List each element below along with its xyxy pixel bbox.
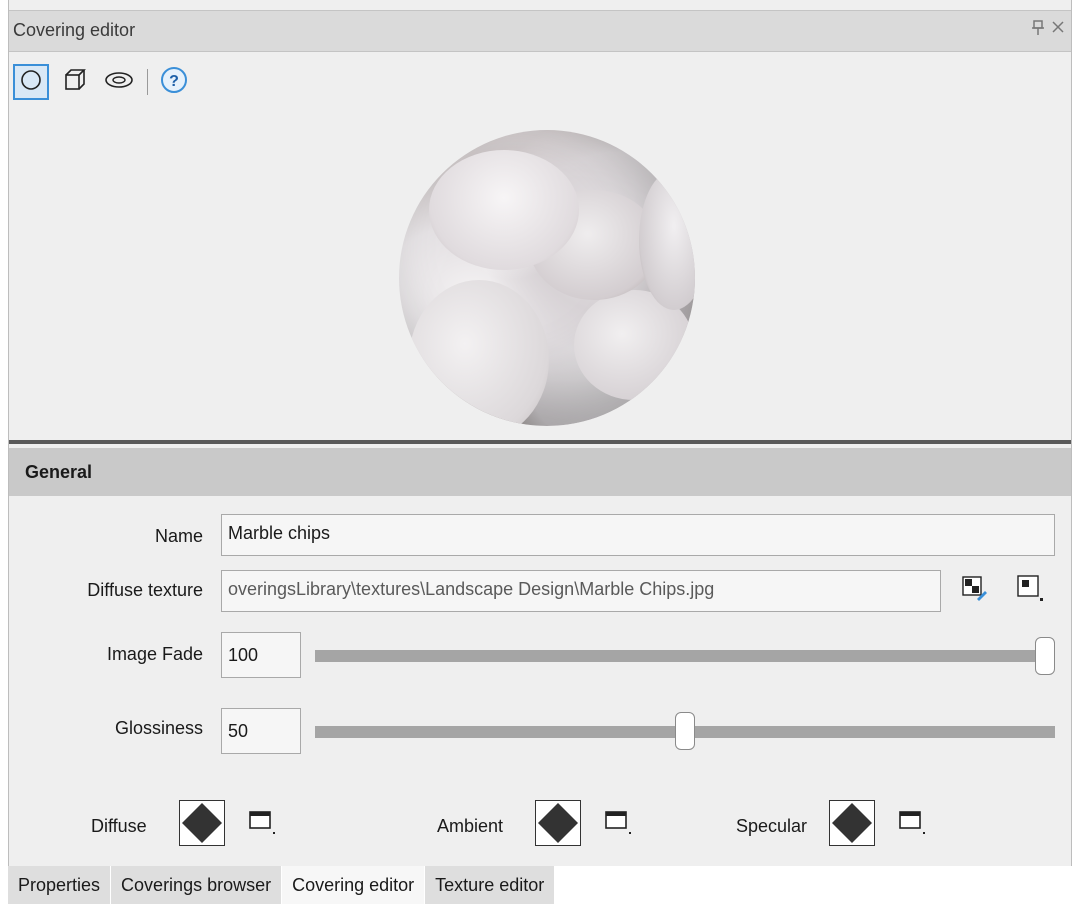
torus-preview-icon: [104, 70, 134, 95]
panel-title: Covering editor: [13, 20, 136, 40]
panel-titlebar: Covering editor: [9, 10, 1071, 52]
preview-toolbar: ?: [13, 64, 200, 100]
tab-covering-editor[interactable]: Covering editor: [282, 866, 426, 904]
diffuse-color-label: Diffuse: [91, 816, 147, 836]
cube-preview-button[interactable]: [57, 64, 93, 100]
material-preview: [9, 100, 1071, 440]
ambient-color-picker-button[interactable]: [603, 808, 633, 838]
image-fade-input[interactable]: 100: [221, 632, 301, 678]
color-picker-icon: [603, 806, 633, 841]
diffuse-texture-path-field[interactable]: overingsLibrary\textures\Landscape Desig…: [221, 570, 941, 612]
help-button[interactable]: ?: [156, 64, 192, 100]
cube-preview-icon: [62, 67, 88, 98]
bottom-tab-strip: Properties Coverings browser Covering ed…: [8, 866, 556, 904]
ambient-color-label: Ambient: [437, 816, 504, 836]
image-fade-slider-track[interactable]: [315, 650, 1055, 662]
sphere-preview-button[interactable]: [13, 64, 49, 100]
specular-color-picker-button[interactable]: [897, 808, 927, 838]
marble-sphere-preview: [399, 130, 695, 426]
help-icon: ?: [160, 66, 188, 99]
preview-divider: [9, 440, 1071, 444]
name-label: Name: [154, 526, 203, 546]
image-fade-slider-thumb[interactable]: [1035, 637, 1055, 675]
edit-texture-button[interactable]: [959, 575, 989, 605]
tab-properties[interactable]: Properties: [8, 866, 112, 904]
tab-coverings-browser[interactable]: Coverings browser: [111, 866, 283, 904]
diffuse-color-swatch[interactable]: [179, 800, 225, 846]
diffuse-color-picker-button[interactable]: [247, 808, 277, 838]
general-section-title: General: [25, 462, 93, 482]
texture-menu-icon: [1016, 574, 1044, 607]
color-picker-icon: [247, 806, 277, 841]
color-picker-icon: [897, 806, 927, 841]
general-section-header[interactable]: General: [9, 448, 1071, 496]
close-icon[interactable]: [1051, 20, 1065, 41]
choose-texture-button[interactable]: [1015, 574, 1045, 607]
image-fade-label: Image Fade: [106, 644, 203, 664]
glossiness-input[interactable]: 50: [221, 708, 301, 754]
sphere-preview-icon: [19, 68, 43, 97]
torus-preview-button[interactable]: [101, 64, 137, 100]
tab-texture-editor[interactable]: Texture editor: [425, 866, 556, 904]
name-field[interactable]: Marble chips: [221, 514, 1055, 556]
ambient-color-diamond: [538, 803, 578, 843]
specular-color-label: Specular: [736, 816, 808, 836]
glossiness-label: Glossiness: [114, 718, 203, 738]
toolbar-separator: [147, 69, 148, 95]
diffuse-color-diamond: [182, 803, 222, 843]
pin-icon[interactable]: [1031, 20, 1045, 41]
glossiness-slider-thumb[interactable]: [675, 712, 695, 750]
edit-texture-icon: [961, 575, 987, 606]
diffuse-texture-label: Diffuse texture: [87, 580, 203, 600]
specular-color-swatch[interactable]: [829, 800, 875, 846]
ambient-color-swatch[interactable]: [535, 800, 581, 846]
covering-editor-panel: Covering editor ? General Name Marble ch…: [8, 0, 1072, 866]
specular-color-diamond: [832, 803, 872, 843]
help-glyph: ?: [169, 73, 179, 90]
